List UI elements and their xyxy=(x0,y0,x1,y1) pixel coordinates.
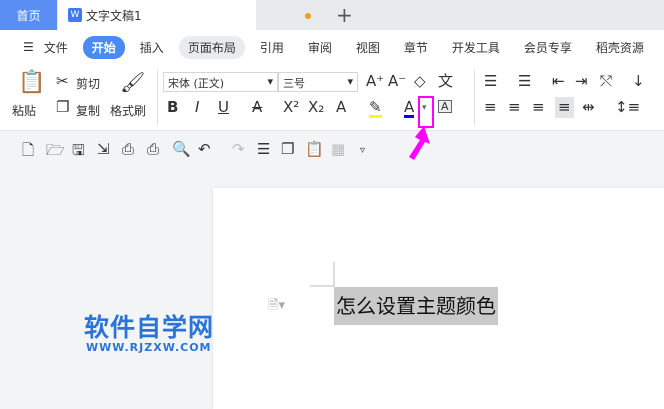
hamburger-icon[interactable]: ☰ xyxy=(14,37,36,57)
menu-review[interactable]: 审阅 xyxy=(299,36,341,59)
unsaved-dot-icon xyxy=(305,13,311,19)
chinese-layout-icon[interactable]: ⤲ xyxy=(600,74,612,89)
underline-icon[interactable]: U xyxy=(218,100,229,115)
quick-print-icon[interactable]: ⎙ xyxy=(147,140,159,158)
paste-icon[interactable]: 📋 xyxy=(18,72,45,94)
paragraph-doc-icon[interactable]: 🗎▾ xyxy=(268,296,285,318)
new-doc-icon[interactable]: 🗋 xyxy=(22,140,34,165)
customize-chevron-icon[interactable]: ▿ xyxy=(360,145,365,156)
writer-doc-icon: W xyxy=(68,8,82,22)
menu-view[interactable]: 视图 xyxy=(347,36,389,59)
phonetic-guide-icon[interactable]: 文 xyxy=(438,74,453,89)
grow-font-icon[interactable]: A⁺ xyxy=(366,74,384,89)
print-preview-icon[interactable]: 🔍 xyxy=(172,140,191,158)
font-color-icon[interactable]: A xyxy=(404,100,415,118)
menu-file[interactable]: 文件 xyxy=(42,36,77,59)
tab-home[interactable]: 首页 xyxy=(0,0,57,30)
line-spacing-icon[interactable]: ↕≡ xyxy=(615,100,640,115)
scissors-icon[interactable]: ✂ xyxy=(56,74,69,89)
font-name-select[interactable]: 宋体 (正文) ▾ xyxy=(163,72,278,92)
menu-developer[interactable]: 开发工具 xyxy=(443,36,509,59)
numbered-list-icon[interactable]: ☰ xyxy=(518,74,531,89)
paste-button[interactable]: 粘贴 xyxy=(12,102,36,119)
format-painter-icon[interactable]: 🖌 xyxy=(120,72,145,92)
font-size-select[interactable]: 三号 ▾ xyxy=(278,72,358,92)
watermark-url: WWW.RJZXW.COM xyxy=(86,341,212,354)
bold-icon[interactable]: B xyxy=(167,100,178,115)
paste-doc-icon[interactable]: 📋 xyxy=(305,140,324,158)
tab-document-label: 文字文稿1 xyxy=(86,8,142,23)
font-name-value: 宋体 (正文) xyxy=(168,77,225,90)
chevron-down-icon: ▾ xyxy=(267,75,273,88)
increase-indent-icon[interactable]: ⇥ xyxy=(575,74,588,89)
superscript-icon[interactable]: X² xyxy=(283,100,299,115)
subscript-icon[interactable]: X₂ xyxy=(308,100,324,115)
menu-resources[interactable]: 稻壳资源 xyxy=(587,36,653,59)
align-left-icon[interactable]: ≡ xyxy=(484,100,497,115)
align-right-icon[interactable]: ≡ xyxy=(532,100,545,115)
format-painter-button[interactable]: 格式刷 xyxy=(110,102,146,119)
font-size-value: 三号 xyxy=(283,77,305,90)
distributed-icon[interactable]: ⇹ xyxy=(582,100,595,115)
export-icon[interactable]: ⇲ xyxy=(97,140,110,158)
decrease-indent-icon[interactable]: ⇤ xyxy=(552,74,565,89)
sort-icon[interactable]: ↓ xyxy=(632,74,645,89)
copy-button[interactable]: 复制 xyxy=(76,102,100,119)
new-tab-button[interactable]: + xyxy=(336,3,353,27)
watermark-title: 软件自学网 xyxy=(84,313,215,342)
justify-icon[interactable]: ≡ xyxy=(555,97,574,118)
align-center-icon[interactable]: ≡ xyxy=(508,100,521,115)
menu-insert[interactable]: 插入 xyxy=(131,36,173,59)
tab-document[interactable]: W 文字文稿1 xyxy=(58,0,256,30)
menu-references[interactable]: 引用 xyxy=(251,36,293,59)
chevron-down-icon: ▾ xyxy=(347,75,353,88)
print-icon[interactable]: ⎙ xyxy=(122,140,134,158)
menu-section[interactable]: 章节 xyxy=(395,36,437,59)
menu-member[interactable]: 会员专享 xyxy=(515,36,581,59)
menu-home[interactable]: 开始 xyxy=(82,35,125,59)
highlight-icon[interactable]: ✎ xyxy=(369,100,382,118)
menu-bar: ☰ 文件 开始 插入 页面布局 引用 审阅 视图 章节 开发工具 会员专享 稻壳… xyxy=(0,30,664,64)
copy-icon[interactable]: ❐ xyxy=(56,100,69,115)
strikethrough-icon[interactable]: A xyxy=(252,100,262,115)
italic-icon[interactable]: I xyxy=(195,100,199,115)
copy-doc-icon[interactable]: ❐ xyxy=(281,140,294,158)
open-folder-icon[interactable]: 🗁 xyxy=(46,140,65,165)
menu-page-layout[interactable]: 页面布局 xyxy=(178,35,245,59)
undo-icon[interactable]: ↶ xyxy=(198,140,211,158)
text-effect-icon[interactable]: A xyxy=(336,100,346,115)
clear-format-icon[interactable]: ◇ xyxy=(414,74,426,89)
shrink-font-icon[interactable]: A⁻ xyxy=(388,74,406,89)
bullet-list-icon[interactable]: ☰ xyxy=(484,74,497,89)
redo-icon[interactable]: ↷ xyxy=(232,140,245,158)
save-icon[interactable]: 🖫 xyxy=(72,140,85,165)
character-shading-icon[interactable]: A xyxy=(438,100,452,113)
divider xyxy=(474,70,475,126)
table-icon[interactable]: ▦ xyxy=(331,140,345,158)
document-text-selected[interactable]: 怎么设置主题颜色 xyxy=(334,287,498,325)
divider xyxy=(157,70,158,126)
cut-button[interactable]: 剪切 xyxy=(76,75,100,92)
align-icon[interactable]: ☰ xyxy=(257,140,270,158)
